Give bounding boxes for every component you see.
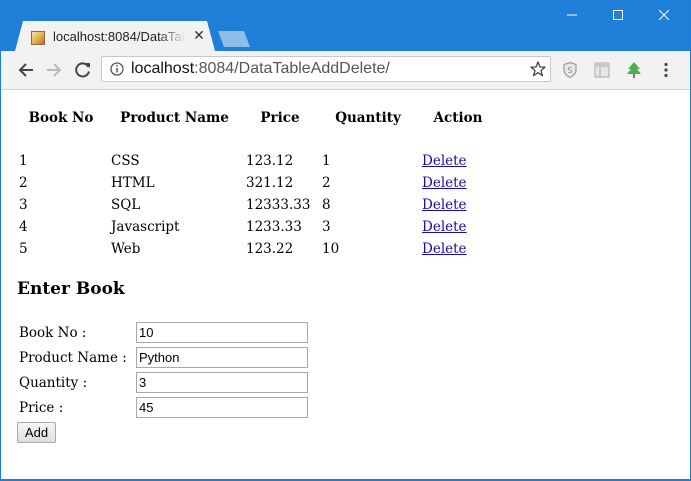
book-no-label: Book No :: [19, 325, 87, 341]
close-window-button[interactable]: [641, 1, 687, 31]
close-icon: [659, 10, 669, 20]
table-header-row: Book No Product Name Price Quantity Acti…: [15, 110, 498, 138]
delete-link[interactable]: Delete: [422, 197, 467, 213]
address-bar[interactable]: localhost:8084/DataTableAddDelete/: [101, 56, 551, 82]
product-name-input[interactable]: [136, 347, 308, 368]
product-name-label: Product Name :: [19, 350, 127, 366]
cell-action: Delete: [418, 238, 498, 260]
cell-price: 321.12: [246, 175, 294, 191]
reload-icon: [75, 62, 90, 78]
forward-button[interactable]: [43, 59, 65, 81]
menu-dots-icon[interactable]: [657, 61, 675, 79]
bookmark-star-icon[interactable]: [530, 61, 546, 77]
price-input[interactable]: [136, 397, 308, 418]
table-row: 2 HTML 321.12 2 Delete: [15, 172, 498, 194]
header-spacer: [15, 138, 498, 150]
table-row: 4 Javascript 1233.33 3 Delete: [15, 216, 498, 238]
cell-price: 1233.33: [246, 219, 302, 235]
forward-arrow-icon: [47, 63, 62, 77]
cell-quantity: 2: [322, 175, 331, 191]
enter-book-heading: Enter Book: [17, 279, 125, 299]
reader-extension-icon[interactable]: [593, 61, 611, 79]
cell-book-no: 1: [19, 153, 28, 169]
new-tab-button[interactable]: [218, 31, 250, 47]
tree-extension-icon[interactable]: [625, 61, 643, 79]
cell-product-name: Web: [111, 241, 141, 257]
cell-book-no: 2: [19, 175, 28, 191]
back-arrow-icon: [18, 63, 33, 77]
minimize-button[interactable]: [549, 1, 595, 31]
header-spacer-cell: [15, 138, 498, 150]
url-host: localhost: [131, 60, 195, 77]
maximize-icon: [613, 10, 623, 20]
delete-link[interactable]: Delete: [422, 241, 467, 257]
table-row: 5 Web 123.22 10 Delete: [15, 238, 498, 260]
cell-action: Delete: [418, 194, 498, 216]
url-path: :8084/DataTableAddDelete/: [194, 60, 390, 77]
browser-toolbar: localhost:8084/DataTableAddDelete/ S: [1, 51, 690, 90]
quantity-label: Quantity :: [19, 375, 88, 391]
shield-extension-icon[interactable]: S: [561, 61, 579, 79]
price-label: Price :: [19, 400, 64, 416]
table-row: 3 SQL 12333.33 8 Delete: [15, 194, 498, 216]
header-quantity: Quantity: [335, 110, 401, 126]
cell-product-name: CSS: [111, 153, 140, 169]
delete-link[interactable]: Delete: [422, 175, 467, 191]
quantity-input[interactable]: [136, 372, 308, 393]
minimize-icon: [567, 14, 577, 16]
cell-action: Delete: [418, 216, 498, 238]
tab-close-icon[interactable]: ✕: [191, 28, 207, 44]
cell-product-name: HTML: [111, 175, 155, 191]
cell-product-name: SQL: [111, 197, 141, 213]
cell-book-no: 5: [19, 241, 28, 257]
cell-action: Delete: [418, 172, 498, 194]
browser-window: localhost:8084/DataTableAddDelete ✕: [0, 0, 691, 481]
page-favicon-icon: [31, 31, 45, 45]
cell-action: Delete: [418, 150, 498, 172]
add-button[interactable]: Add: [17, 422, 56, 443]
header-price: Price: [260, 110, 300, 126]
page-content: Book No Product Name Price Quantity Acti…: [1, 90, 690, 479]
title-bar: localhost:8084/DataTableAddDelete ✕: [1, 1, 690, 51]
header-product-name: Product Name: [120, 110, 229, 126]
cell-price: 123.22: [246, 241, 294, 257]
table-row: 1 CSS 123.12 1 Delete: [15, 150, 498, 172]
back-button[interactable]: [15, 59, 37, 81]
cell-quantity: 1: [322, 153, 331, 169]
cell-book-no: 3: [19, 197, 28, 213]
address-url[interactable]: localhost:8084/DataTableAddDelete/: [131, 60, 390, 78]
delete-link[interactable]: Delete: [422, 219, 467, 235]
tab-title[interactable]: localhost:8084/DataTableAddDelete: [53, 29, 185, 44]
cell-price: 123.12: [246, 153, 294, 169]
book-no-input[interactable]: [136, 322, 308, 343]
info-icon[interactable]: [110, 62, 124, 76]
delete-link[interactable]: Delete: [422, 153, 467, 169]
cell-quantity: 8: [322, 197, 331, 213]
header-book-no: Book No: [28, 110, 94, 126]
cell-price: 12333.33: [246, 197, 311, 213]
cell-book-no: 4: [19, 219, 28, 235]
reload-button[interactable]: [72, 59, 94, 81]
cell-product-name: Javascript: [111, 219, 180, 235]
maximize-button[interactable]: [595, 1, 641, 31]
svg-text:S: S: [567, 66, 572, 75]
cell-quantity: 3: [322, 219, 331, 235]
header-action: Action: [433, 110, 483, 126]
cell-quantity: 10: [322, 241, 340, 257]
books-table: Book No Product Name Price Quantity Acti…: [15, 110, 498, 260]
